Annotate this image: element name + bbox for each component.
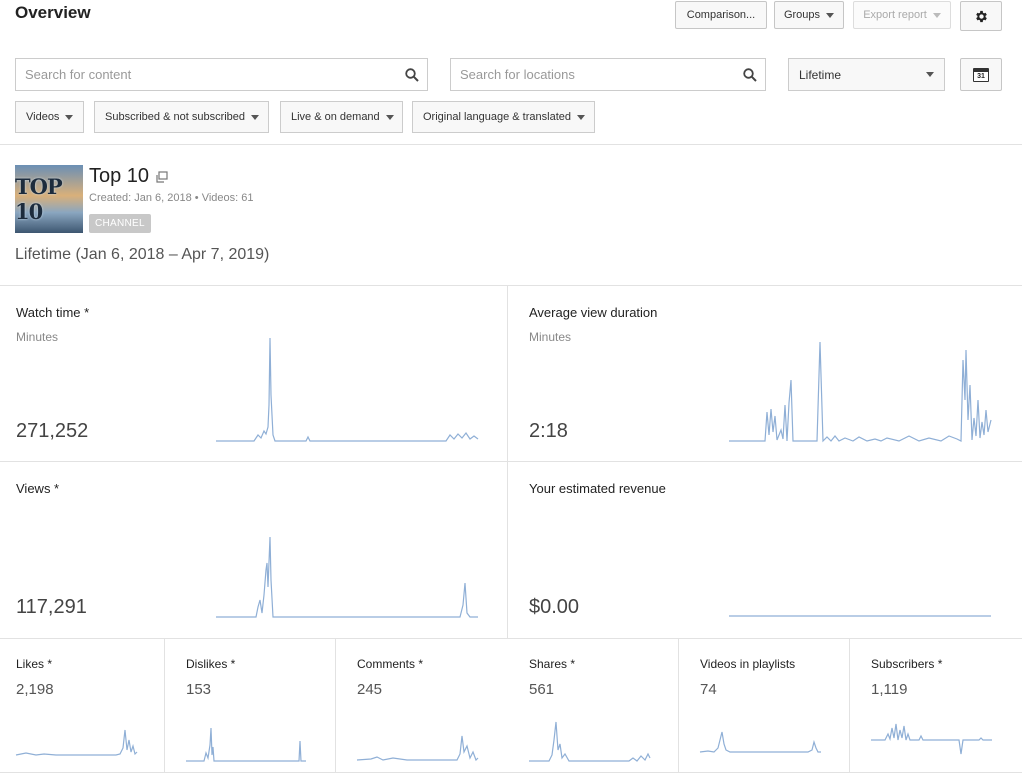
chevron-down-icon [932,12,941,18]
card-value: 153 [186,681,212,698]
revenue-sparkline [729,615,991,617]
card-value: 1,119 [871,681,908,698]
location-search-input[interactable]: Search for locations [450,58,766,91]
channel-badge: CHANNEL [89,214,151,233]
page-title: Overview [15,3,91,22]
divider [0,285,1022,286]
open-in-new-icon[interactable] [156,170,168,183]
date-range-select[interactable]: Lifetime [788,58,945,91]
card-title: Comments * [357,657,424,671]
card-value: 245 [357,681,383,698]
content-search-placeholder: Search for content [25,67,132,82]
channel-thumbnail[interactable]: TOP 10 [15,165,83,233]
avg-view-duration-sparkline [729,341,992,443]
subscribers-sparkline [871,723,992,755]
card-unit: Minutes [16,330,59,344]
date-range-label: Lifetime (Jan 6, 2018 – Apr 7, 2019) [15,246,270,263]
card-title: Subscribers * [871,657,943,671]
content-search-input[interactable]: Search for content [15,58,428,91]
card-value: 117,291 [16,596,87,618]
divider [0,144,1022,145]
chevron-down-icon [576,114,585,120]
divider [507,285,508,639]
comments-sparkline [356,735,479,762]
comparison-button[interactable]: Comparison... [675,1,767,29]
location-search-placeholder: Search for locations [460,67,575,82]
divider [849,639,850,772]
divider [0,638,1022,639]
date-range-value: Lifetime [799,67,842,82]
views-sparkline [216,536,478,618]
card-value: $0.00 [529,596,580,618]
card-title: Likes * [16,657,53,671]
card-unit: Minutes [529,330,572,344]
settings-button[interactable] [960,1,1002,31]
card-title: Dislikes * [186,657,236,671]
divider [335,639,336,772]
divider [0,461,1022,462]
card-value: 2,198 [16,681,54,698]
calendar-button[interactable]: 31 [960,58,1002,91]
search-icon[interactable] [735,59,765,90]
shares-sparkline [529,721,651,762]
groups-label: Groups [783,9,821,21]
card-value: 74 [700,681,717,698]
calendar-icon: 31 [973,67,989,82]
channel-name[interactable]: Top 10 [89,165,168,188]
thumbnail-text: TOP 10 [15,174,63,224]
divider [0,772,1022,773]
search-icon[interactable] [397,59,427,90]
divider [164,639,165,772]
groups-button[interactable]: Groups [774,1,844,29]
card-title: Shares * [529,657,576,671]
channel-meta: Created: Jan 6, 2018 • Videos: 61 [89,192,254,204]
filter-label: Videos [26,111,60,123]
channel-name-text: Top 10 [89,165,150,187]
card-title: Average view duration [529,305,658,320]
filter-subscription[interactable]: Subscribed & not subscribed [94,101,269,133]
playlists-sparkline [699,731,821,753]
filter-videos[interactable]: Videos [15,101,84,133]
export-report-button[interactable]: Export report [853,1,951,29]
chevron-down-icon [926,72,934,77]
dislikes-sparkline [186,727,306,762]
likes-sparkline [15,729,138,756]
filter-label: Subscribed & not subscribed [105,111,246,123]
card-value: 561 [529,681,555,698]
filter-live[interactable]: Live & on demand [280,101,403,133]
chevron-down-icon [251,114,260,120]
comparison-label: Comparison... [686,9,756,21]
filter-language[interactable]: Original language & translated [412,101,595,133]
filter-label: Original language & translated [423,111,571,123]
chevron-down-icon [385,114,394,120]
chevron-down-icon [826,12,835,18]
card-title: Views * [16,481,60,496]
gear-icon [975,10,987,22]
card-title: Your estimated revenue [529,481,666,496]
export-label: Export report [863,9,927,21]
card-title: Videos in playlists [700,657,796,671]
divider [678,639,679,772]
watch-time-sparkline [216,337,479,442]
card-value: 2:18 [529,420,568,442]
chevron-down-icon [65,114,74,120]
card-title: Watch time * [16,305,90,320]
filter-label: Live & on demand [291,111,380,123]
card-value: 271,252 [16,420,89,442]
calendar-day: 31 [974,71,988,81]
